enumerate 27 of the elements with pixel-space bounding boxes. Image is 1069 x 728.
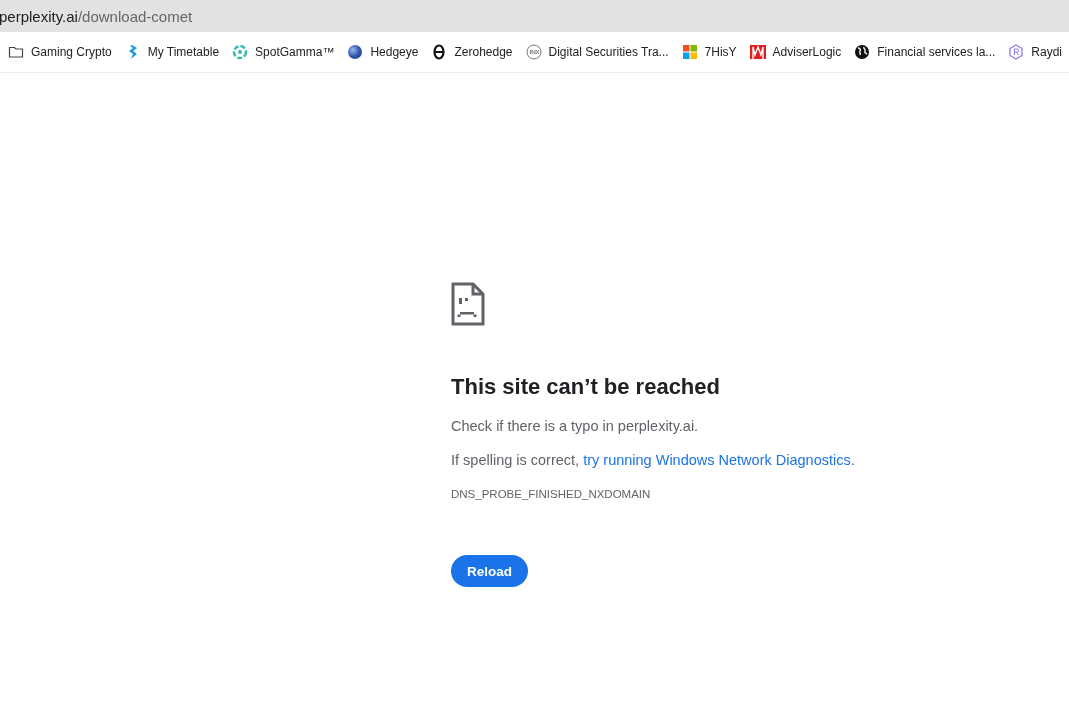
- error-message: Check if there is a typo in perplexity.ai.: [451, 418, 700, 435]
- bookmark[interactable]: My Timetable: [124, 44, 220, 60]
- bookmark[interactable]: 7HisY: [681, 44, 737, 60]
- error-code: DNS_PROBE_FINISHED_NXDOMAIN: [451, 488, 652, 501]
- hexagon-icon: [1008, 44, 1025, 60]
- url-text: perplexity.ai/download-comet: [0, 7, 193, 25]
- address-bar[interactable]: perplexity.ai/download-comet: [0, 0, 1069, 32]
- bookmark[interactable]: SpotGamma™: [232, 44, 335, 60]
- bookmark[interactable]: AdviserLogic: [749, 44, 842, 60]
- ring-icon: [525, 44, 542, 60]
- bookmark[interactable]: Zerohedge: [431, 44, 513, 60]
- folder-icon: [8, 44, 24, 60]
- bookmark[interactable]: Hedgeye: [347, 44, 419, 60]
- reload-button[interactable]: Reload: [451, 555, 528, 588]
- tiles-icon: [681, 44, 698, 60]
- error-suggestion: If spelling is correct, try running Windows Network Diagnostics.: [451, 452, 856, 469]
- bookmark[interactable]: Raydi: [1008, 44, 1062, 60]
- bookmark[interactable]: Digital Securities Tra...: [525, 44, 669, 60]
- bookmark[interactable]: Gaming Crypto: [8, 44, 112, 60]
- diagnostics-link[interactable]: try running Windows Network Diagnostics: [583, 452, 851, 469]
- error-title: This site can’t be reached: [451, 374, 721, 401]
- swirl-icon: [232, 44, 249, 60]
- m-logo-icon: [749, 44, 766, 60]
- sad-page-icon: [451, 282, 485, 326]
- sphere-icon: [347, 44, 364, 60]
- bookmark[interactable]: Financial services la...: [854, 44, 996, 60]
- theta-icon: [431, 44, 448, 60]
